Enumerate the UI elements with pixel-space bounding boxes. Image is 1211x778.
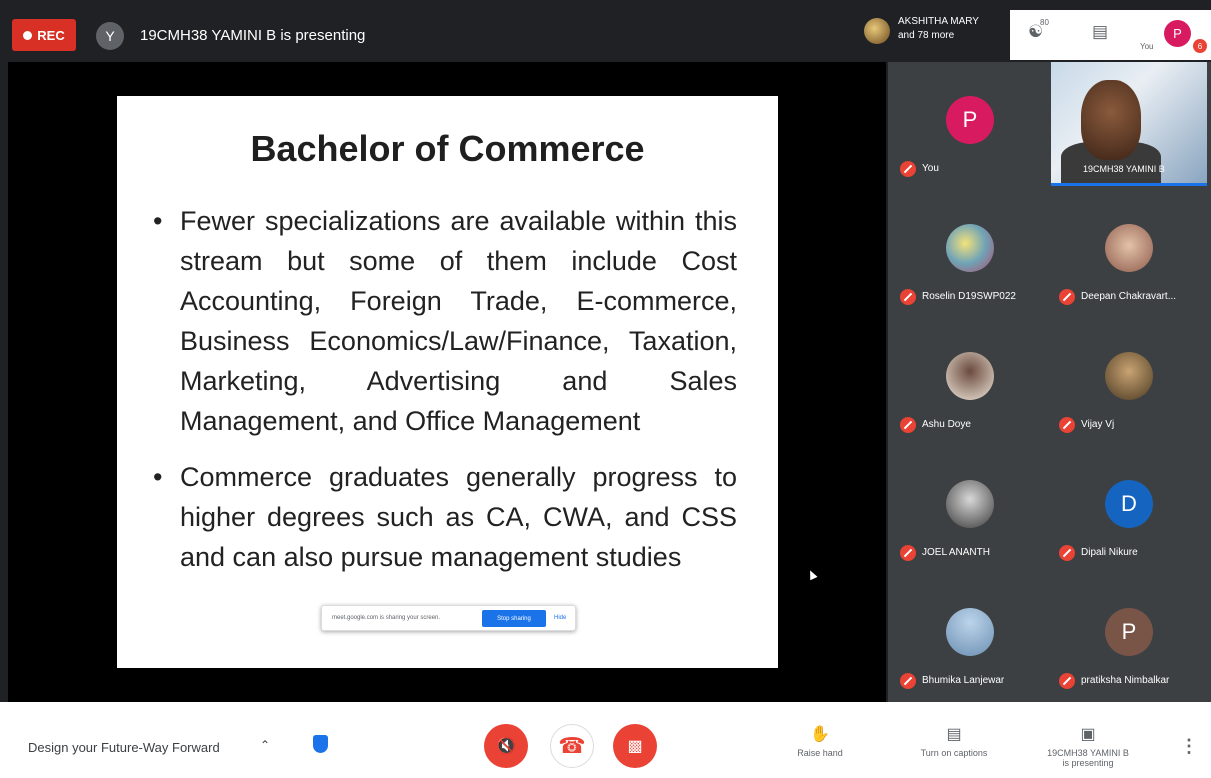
avatar: P xyxy=(1105,608,1153,656)
meeting-title[interactable]: Design your Future-Way Forward xyxy=(28,740,220,755)
avatar xyxy=(946,608,994,656)
avatar xyxy=(946,352,994,400)
avatar xyxy=(1105,224,1153,272)
participants-line1: AKSHITHA MARY xyxy=(898,16,979,27)
mic-off-icon xyxy=(900,545,916,561)
recording-badge: REC xyxy=(12,19,76,51)
participant-name: Ashu Doye xyxy=(922,419,971,430)
participant-tile[interactable]: D Dipali Nikure xyxy=(1051,446,1208,574)
mic-off-icon xyxy=(1059,289,1075,305)
avatar xyxy=(1105,352,1153,400)
raise-hand-icon: ✋ xyxy=(810,726,830,743)
participants-summary[interactable]: AKSHITHA MARY and 78 more xyxy=(898,15,979,43)
mic-off-icon xyxy=(900,161,916,177)
participant-tile[interactable]: P pratiksha Nimbalkar xyxy=(1051,574,1208,702)
mic-off-icon: 🔇 xyxy=(496,738,516,755)
presenter-avatar: Y xyxy=(96,22,124,50)
self-avatar[interactable]: P xyxy=(1164,20,1191,47)
participant-grid: P You 19CMH38 YAMINI B Roselin D19SWP022… xyxy=(888,62,1211,702)
hang-up-icon: ☎ xyxy=(558,733,586,758)
top-right-controls: AKSHITHA MARY and 78 more ☯ 80 ▤ You P 6 xyxy=(858,10,1211,62)
mic-off-icon xyxy=(1059,673,1075,689)
participant-name: Roselin D19SWP022 xyxy=(922,291,1016,302)
presenter-status: 19CMH38 YAMINI B is presenting xyxy=(140,27,366,44)
avatar: P xyxy=(946,96,994,144)
chevron-up-icon[interactable]: ⌃ xyxy=(260,738,270,752)
mic-off-icon xyxy=(1059,417,1075,433)
participant-name: Vijay Vj xyxy=(1081,419,1115,430)
raise-hand-button[interactable]: ✋ Raise hand xyxy=(790,724,850,758)
notification-badge: 6 xyxy=(1193,39,1207,53)
present-screen-icon: ▣ xyxy=(1080,726,1096,743)
video-person xyxy=(1081,80,1141,160)
participant-tile[interactable]: Ashu Doye xyxy=(892,318,1049,446)
raise-hand-label: Raise hand xyxy=(797,748,843,758)
participants-line2: and 78 more xyxy=(898,30,955,41)
participant-name: pratiksha Nimbalkar xyxy=(1081,675,1170,686)
mic-off-icon xyxy=(1059,545,1075,561)
avatar xyxy=(946,480,994,528)
microphone-toggle-button[interactable]: 🔇 xyxy=(484,724,528,768)
captions-label: Turn on captions xyxy=(920,748,988,758)
participant-name: JOEL ANANTH xyxy=(922,547,990,558)
bullet-list: Fewer specializations are available with… xyxy=(153,201,737,577)
screen-share-bar: meet.google.com is sharing your screen. … xyxy=(321,605,576,631)
presenting-line1: 19CMH38 YAMINI B xyxy=(1047,748,1129,758)
recording-label: REC xyxy=(37,27,65,43)
mic-off-icon xyxy=(900,417,916,433)
more-options-icon[interactable]: ⋮ xyxy=(1180,736,1198,757)
chat-icon[interactable]: ▤ xyxy=(1092,22,1108,42)
bullet-item: Fewer specializations are available with… xyxy=(153,201,737,441)
shield-icon[interactable] xyxy=(313,735,328,753)
video-participant-name: 19CMH38 YAMINI B xyxy=(1083,164,1165,174)
share-message: meet.google.com is sharing your screen. xyxy=(332,615,441,621)
participant-tile[interactable]: Vijay Vj xyxy=(1051,318,1208,446)
participant-name: Dipali Nikure xyxy=(1081,547,1138,558)
people-count: 80 xyxy=(1040,18,1049,27)
captions-icon: ▤ xyxy=(946,726,962,743)
avatar xyxy=(946,224,994,272)
participant-tile[interactable]: JOEL ANANTH xyxy=(892,446,1049,574)
stop-sharing-button[interactable]: Stop sharing xyxy=(482,610,546,627)
participant-name: Deepan Chakravart... xyxy=(1081,291,1177,302)
you-label: You xyxy=(1140,42,1154,51)
leave-call-button[interactable]: ☎ xyxy=(550,724,594,768)
slide-title: Bachelor of Commerce xyxy=(250,128,645,169)
participant-name: You xyxy=(922,163,939,174)
participant-tile[interactable]: Bhumika Lanjewar xyxy=(892,574,1049,702)
bullet-item: Commerce graduates generally progress to… xyxy=(153,457,737,577)
google-meet-window: REC Y 19CMH38 YAMINI B is presenting AKS… xyxy=(0,0,1211,778)
captions-button[interactable]: ▤ Turn on captions xyxy=(904,724,1004,758)
record-dot-icon xyxy=(23,30,33,40)
presenting-line2: is presenting xyxy=(1062,758,1114,768)
participant-name: Bhumika Lanjewar xyxy=(922,675,1005,686)
hide-button[interactable]: Hide xyxy=(554,615,566,621)
top-bar: REC Y 19CMH38 YAMINI B is presenting AKS… xyxy=(0,0,1211,62)
presentation-slide: Bachelor of Commerce Fewer specializatio… xyxy=(117,96,778,668)
participant-tile[interactable]: Deepan Chakravart... xyxy=(1051,190,1208,318)
camera-toggle-button[interactable]: ▩ xyxy=(613,724,657,768)
mic-off-icon xyxy=(900,673,916,689)
presenting-button[interactable]: ▣ 19CMH38 YAMINI B is presenting xyxy=(1038,724,1138,768)
top-actions-panel: ☯ 80 ▤ You P 6 xyxy=(1010,10,1211,60)
participant-avatar xyxy=(864,18,890,44)
bottom-bar: Design your Future-Way Forward ⌃ 🔇 ☎ ▩ ✋… xyxy=(0,702,1211,778)
avatar: D xyxy=(1105,480,1153,528)
participant-tile[interactable]: Roselin D19SWP022 xyxy=(892,190,1049,318)
presenter-video-tile[interactable]: 19CMH38 YAMINI B xyxy=(1051,62,1207,186)
participant-tile[interactable]: P You xyxy=(892,62,1049,190)
camera-off-icon: ▩ xyxy=(627,738,643,755)
mic-off-icon xyxy=(900,289,916,305)
